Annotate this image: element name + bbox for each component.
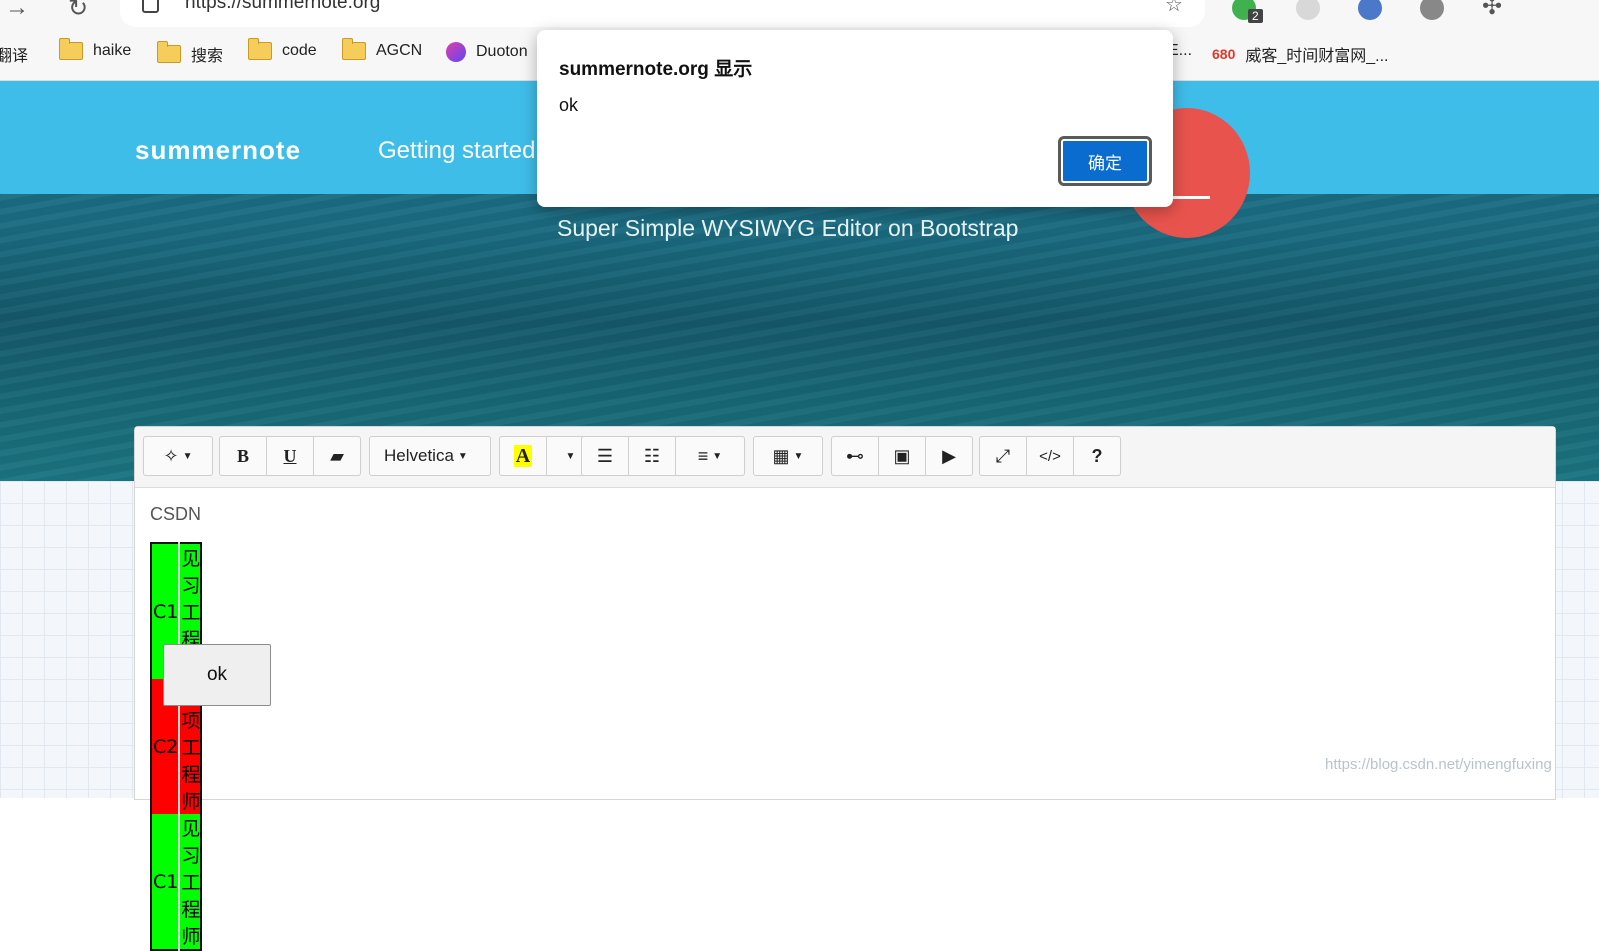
bookmark-label: 翻译 (0, 48, 29, 65)
recent-color-button[interactable]: A (499, 436, 547, 476)
duotone-icon (446, 42, 466, 62)
table-icon: ▦ (772, 445, 790, 466)
bookmark-label: 威客_时间财富网_... (1245, 48, 1389, 65)
code-icon: </> (1039, 447, 1061, 465)
link-button[interactable]: ⊷ (831, 436, 879, 476)
font-name-label: Helvetica (384, 446, 454, 465)
browser-toolbar: → ↻ https://summernote.org ☆ 2 ✣ (0, 0, 1599, 28)
bookmark-duoton[interactable]: Duoton (446, 42, 528, 62)
font-name-dropdown[interactable]: Helvetica ▼ (369, 436, 491, 476)
editor-toolbar: ✧ ▼ B U ▰ Helvetica ▼ A ▼ ☰ ☷ ≡ ▼ ▦ ▼ ⊷ ▣ ▶ (135, 427, 1555, 488)
help-button[interactable]: ? (1073, 436, 1121, 476)
bullet-list-icon: ☰ (596, 445, 614, 466)
url-text[interactable]: https://summernote.org (185, 0, 380, 14)
style-group: ✧ ▼ (143, 436, 213, 478)
help-icon: ? (1091, 445, 1103, 466)
underline-icon: U (283, 445, 297, 466)
fullscreen-icon: ⤢ (995, 445, 1011, 466)
font-name-group: Helvetica ▼ (369, 436, 491, 478)
folder-icon (342, 38, 366, 60)
video-button[interactable]: ▶ (925, 436, 973, 476)
bookmark-code[interactable]: code (248, 38, 317, 60)
table-row: C1 见习工程师 (151, 814, 202, 950)
dialog-message: ok (559, 95, 579, 115)
paragraph-dropdown[interactable]: ≡ ▼ (675, 436, 745, 476)
numbered-list-icon: ☷ (643, 445, 661, 466)
content-table: C1 见习工程师 C2 专项工程师 C1 见习工程师 (150, 542, 203, 951)
table-cell[interactable]: C1 (151, 814, 181, 950)
font-style-group: B U ▰ (219, 436, 361, 478)
underline-button[interactable]: U (266, 436, 314, 476)
forward-icon[interactable]: → (5, 0, 29, 22)
video-icon: ▶ (942, 445, 956, 466)
tagline: Super Simple WYSIWYG Editor on Bootstrap (557, 215, 1019, 241)
bold-button[interactable]: B (219, 436, 267, 476)
paragraph-group: ☰ ☷ ≡ ▼ (581, 436, 745, 478)
bookmark-label: code (282, 42, 317, 59)
bookmark-label: haike (93, 42, 132, 59)
extensions-puzzle-icon[interactable]: ✣ (1482, 0, 1502, 21)
table-dropdown[interactable]: ▦ ▼ (753, 436, 823, 476)
bookmark-weike[interactable]: 680 威客_时间财富网_... (1212, 42, 1389, 66)
robot-extension-icon[interactable] (1420, 0, 1444, 20)
chevron-down-icon: ▼ (565, 450, 576, 462)
bold-icon: B (236, 445, 249, 466)
ok-button[interactable]: ok (163, 644, 271, 706)
font-color-icon: A (513, 445, 533, 467)
chevron-down-icon: ▼ (457, 450, 468, 462)
bookmark-label: AGCN (376, 42, 423, 59)
picture-button[interactable]: ▣ (878, 436, 926, 476)
site-logo[interactable]: summernote (135, 135, 301, 166)
editor-content[interactable]: CSDN C1 见习工程师 C2 专项工程师 C1 见习工程师 ok (150, 504, 271, 951)
bird-extension-icon[interactable] (1296, 0, 1320, 20)
address-bar[interactable]: https://summernote.org ☆ (120, 0, 1205, 27)
owl-extension-icon[interactable] (1358, 0, 1382, 20)
summernote-editor: ✧ ▼ B U ▰ Helvetica ▼ A ▼ ☰ ☷ ≡ ▼ ▦ ▼ ⊷ ▣ ▶ (134, 426, 1556, 951)
reload-icon[interactable]: ↻ (68, 0, 88, 23)
insert-group: ⊷ ▣ ▶ (831, 436, 973, 478)
extension-badge: 2 (1248, 9, 1263, 23)
badge-680-icon: 680 (1212, 46, 1236, 62)
ordered-list-button[interactable]: ☷ (628, 436, 676, 476)
nav-getting-started[interactable]: Getting started (378, 137, 535, 165)
bookmark-agcn[interactable]: AGCN (342, 38, 423, 60)
folder-icon (157, 41, 181, 63)
align-left-icon: ≡ (697, 445, 709, 466)
bookmark-haike[interactable]: haike (59, 38, 132, 60)
unordered-list-button[interactable]: ☰ (581, 436, 629, 476)
folder-icon (59, 38, 83, 60)
magic-wand-icon: ✧ (163, 445, 179, 466)
image-icon: ▣ (893, 445, 911, 466)
style-dropdown[interactable]: ✧ ▼ (143, 436, 213, 476)
fullscreen-button[interactable]: ⤢ (979, 436, 1027, 476)
link-icon: ⊷ (846, 445, 864, 466)
watermark: https://blog.csdn.net/yimengfuxing (1325, 756, 1552, 773)
folder-icon (248, 38, 272, 60)
codeview-button[interactable]: </> (1026, 436, 1074, 476)
bookmark-translate[interactable]: 翻译 (0, 42, 28, 66)
table-cell[interactable]: 见习工程师 (179, 814, 201, 950)
content-text: CSDN (150, 504, 202, 524)
table-group: ▦ ▼ (753, 436, 823, 478)
bookmark-search[interactable]: 搜索 (157, 41, 224, 66)
chevron-down-icon: ▼ (182, 450, 193, 462)
eraser-icon: ▰ (330, 445, 344, 466)
bookmark-label: Duoton (476, 43, 528, 60)
view-group: ⤢ </> ? (979, 436, 1121, 478)
site-info-icon[interactable] (142, 0, 159, 13)
chevron-down-icon: ▼ (793, 450, 804, 462)
dialog-title: summernote.org 显示 (559, 59, 753, 80)
dialog-confirm-button[interactable]: 确定 (1058, 136, 1152, 186)
chevron-down-icon: ▼ (712, 450, 723, 462)
clear-format-button[interactable]: ▰ (313, 436, 361, 476)
alert-dialog: summernote.org 显示 ok 确定 (537, 30, 1173, 207)
color-group: A ▼ (499, 436, 591, 478)
bookmark-label: 搜索 (191, 48, 224, 65)
add-favorite-icon[interactable]: ☆ (1165, 0, 1183, 17)
